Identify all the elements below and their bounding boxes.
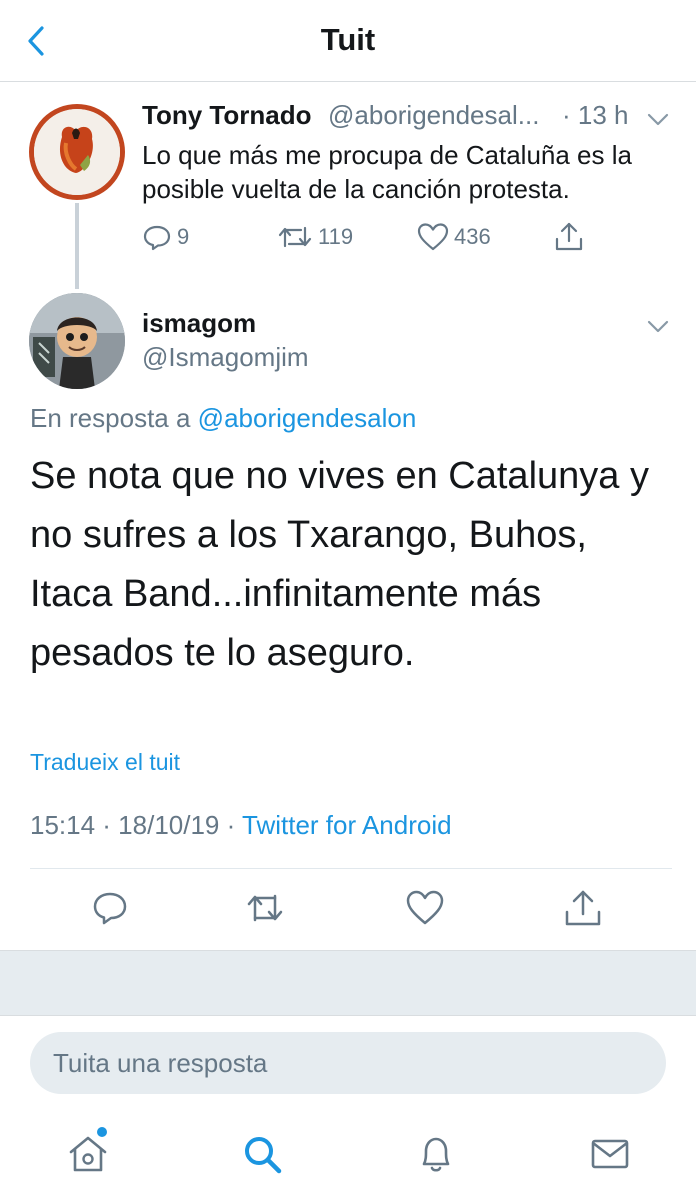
section-divider-band	[0, 950, 696, 1016]
tweet-text: Lo que más me procupa de Cataluña es la …	[142, 140, 632, 204]
thread-connector	[75, 203, 79, 289]
notification-dot	[97, 1127, 107, 1137]
author-handle[interactable]: @Ismagomjim	[142, 342, 309, 373]
heart-icon[interactable]	[405, 888, 445, 928]
tweet-time: · 13 h	[562, 100, 629, 130]
home-icon[interactable]	[66, 1132, 110, 1176]
author-name[interactable]: ismagom	[142, 308, 256, 339]
avatar-image	[34, 109, 120, 195]
heart-icon	[417, 223, 449, 251]
retweet-count: 119	[318, 224, 354, 249]
retweet-icon[interactable]	[245, 888, 285, 928]
divider	[30, 868, 672, 869]
retweet-icon	[278, 226, 312, 248]
translate-link[interactable]: Tradueix el tuit	[30, 749, 180, 776]
reply-context: En resposta a @aborigendesalon	[30, 403, 416, 434]
reply-button[interactable]: 9	[142, 220, 189, 254]
chevron-down-icon[interactable]	[645, 313, 671, 339]
reply-handle-link[interactable]: @aborigendesalon	[198, 403, 417, 433]
chevron-down-icon[interactable]	[645, 106, 671, 132]
search-icon[interactable]	[240, 1132, 284, 1176]
top-bar: Tuit	[0, 0, 696, 82]
share-button[interactable]	[554, 220, 584, 254]
reply-icon[interactable]	[90, 888, 130, 928]
share-icon	[555, 222, 583, 251]
author-name[interactable]: Tony Tornado	[142, 100, 311, 131]
like-button[interactable]: 436	[417, 220, 491, 254]
share-icon[interactable]	[563, 888, 603, 928]
mail-icon[interactable]	[588, 1132, 632, 1176]
reply-prefix: En resposta a	[30, 403, 191, 433]
avatar-image	[29, 293, 125, 389]
reply-input[interactable]	[30, 1032, 666, 1094]
avatar[interactable]	[29, 293, 125, 389]
author-handle[interactable]: @aborigendesal...	[328, 100, 556, 131]
tweet-text: Se nota que no vives en Catalunya y no s…	[30, 455, 649, 674]
reply-count: 9	[177, 224, 190, 249]
tweet-timestamp: 15:14 · 18/10/19 ·	[30, 810, 243, 840]
like-count: 436	[454, 224, 491, 249]
tweet-source-link[interactable]: Twitter for Android	[242, 810, 452, 840]
reply-icon	[143, 225, 171, 251]
tweet-meta: 15:14 · 18/10/19 · Twitter for Android	[30, 810, 452, 841]
bell-icon[interactable]	[414, 1132, 458, 1176]
avatar[interactable]	[29, 104, 125, 200]
retweet-button[interactable]: 119	[277, 220, 353, 254]
page-title: Tuit	[320, 22, 376, 57]
